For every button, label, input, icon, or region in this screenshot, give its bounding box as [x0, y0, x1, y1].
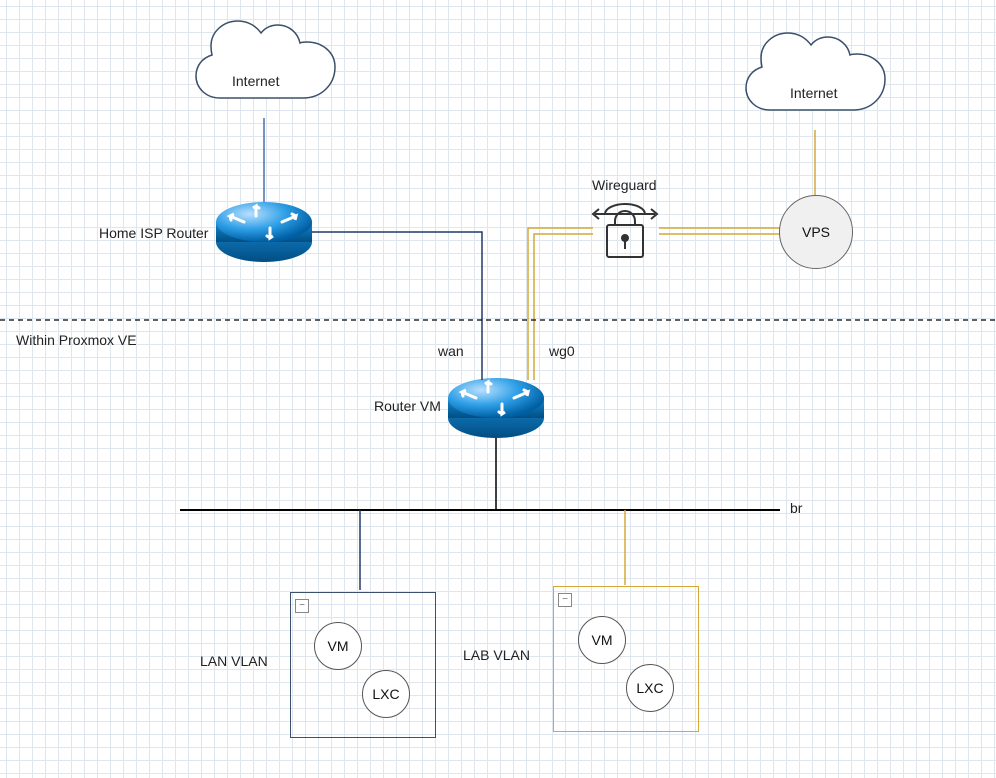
- router-icon-home: [216, 202, 312, 262]
- wan-label: wan: [438, 343, 464, 359]
- wireguard-icon: [593, 204, 657, 257]
- vps-node[interactable]: VPS: [779, 195, 853, 269]
- within-proxmox-label: Within Proxmox VE: [16, 332, 137, 348]
- lan-vlan-box[interactable]: −: [290, 592, 436, 738]
- diagram-canvas[interactable]: Internet Internet Home ISP Router Wiregu…: [0, 0, 996, 778]
- lab-vm-label: VM: [592, 632, 613, 648]
- lan-vm-node[interactable]: VM: [314, 622, 362, 670]
- lan-vm-label: VM: [328, 638, 349, 654]
- home-isp-router-label: Home ISP Router: [99, 225, 208, 241]
- lab-vlan-label: LAB VLAN: [463, 647, 530, 663]
- internet-left-label: Internet: [232, 73, 279, 89]
- lan-lxc-node[interactable]: LXC: [362, 670, 410, 718]
- lan-vlan-label: LAN VLAN: [200, 653, 268, 669]
- wg0-label: wg0: [549, 343, 575, 359]
- br-label: br: [790, 500, 802, 516]
- collapse-icon[interactable]: −: [558, 593, 572, 607]
- router-vm-label: Router VM: [374, 398, 441, 414]
- wireguard-label: Wireguard: [592, 177, 657, 193]
- lab-vlan-box[interactable]: −: [553, 586, 699, 732]
- vps-label: VPS: [802, 224, 830, 240]
- collapse-icon[interactable]: −: [295, 599, 309, 613]
- lab-vm-node[interactable]: VM: [578, 616, 626, 664]
- router-icon-vm: [448, 378, 544, 438]
- lab-lxc-node[interactable]: LXC: [626, 664, 674, 712]
- lan-lxc-label: LXC: [372, 686, 399, 702]
- lab-lxc-label: LXC: [636, 680, 663, 696]
- internet-right-label: Internet: [790, 85, 837, 101]
